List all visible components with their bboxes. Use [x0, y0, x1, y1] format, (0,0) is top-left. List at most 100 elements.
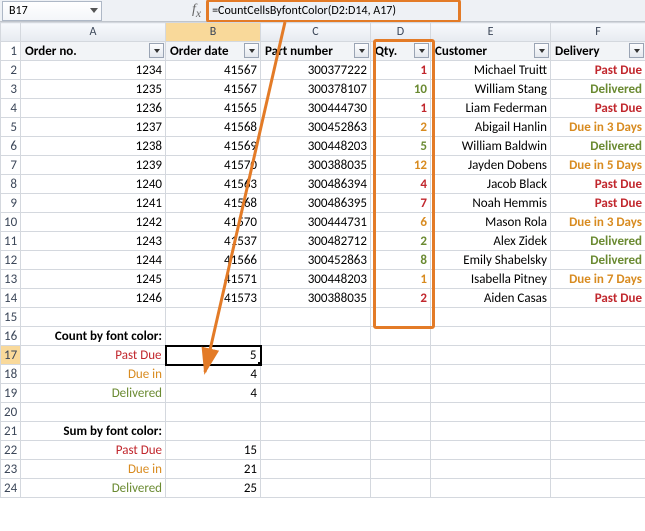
- cell-date[interactable]: 41568: [166, 194, 261, 213]
- cell-qty[interactable]: 2: [371, 289, 431, 308]
- cell-delivery[interactable]: Past Due: [551, 61, 645, 80]
- cell[interactable]: 4: [166, 365, 261, 384]
- filter-button[interactable]: [149, 43, 164, 58]
- col-header-F[interactable]: F: [551, 23, 645, 42]
- cell-date[interactable]: 41565: [166, 99, 261, 118]
- section-title[interactable]: Sum by font color:: [21, 422, 166, 441]
- cell[interactable]: 15: [166, 441, 261, 460]
- cell[interactable]: 4: [166, 384, 261, 403]
- fx-icon[interactable]: fx: [192, 2, 201, 20]
- cell[interactable]: Past Due: [21, 346, 166, 365]
- row-header[interactable]: 20: [1, 403, 21, 422]
- row-header[interactable]: 5: [1, 118, 21, 137]
- cell-part[interactable]: 300448203: [261, 137, 371, 156]
- cell-customer[interactable]: Jayden Dobens: [431, 156, 551, 175]
- cell-qty[interactable]: 1: [371, 61, 431, 80]
- cell-date[interactable]: 41567: [166, 80, 261, 99]
- row-header[interactable]: 17: [1, 346, 21, 365]
- cell-delivery[interactable]: Past Due: [551, 289, 645, 308]
- filter-button[interactable]: [244, 43, 259, 58]
- cell-qty[interactable]: 1: [371, 99, 431, 118]
- chevron-down-icon[interactable]: [90, 8, 98, 13]
- cell-order[interactable]: 1244: [21, 251, 166, 270]
- th-order-no[interactable]: Order no.: [21, 42, 166, 61]
- row-header[interactable]: 19: [1, 384, 21, 403]
- selected-cell[interactable]: 5: [166, 346, 261, 365]
- cell-qty[interactable]: 12: [371, 156, 431, 175]
- cell-order[interactable]: 1243: [21, 232, 166, 251]
- cell-delivery[interactable]: Past Due: [551, 194, 645, 213]
- cell-delivery[interactable]: Delivered: [551, 137, 645, 156]
- cell-qty[interactable]: 10: [371, 80, 431, 99]
- cell-order[interactable]: 1242: [21, 213, 166, 232]
- cell-part[interactable]: 300377222: [261, 61, 371, 80]
- cell-delivery[interactable]: Delivered: [551, 80, 645, 99]
- cell-part[interactable]: 300378107: [261, 80, 371, 99]
- cell[interactable]: Delivered: [21, 384, 166, 403]
- cell-delivery[interactable]: Delivered: [551, 232, 645, 251]
- cell-part[interactable]: 300452863: [261, 251, 371, 270]
- cell-order[interactable]: 1246: [21, 289, 166, 308]
- row-header[interactable]: 12: [1, 251, 21, 270]
- cell-order[interactable]: 1236: [21, 99, 166, 118]
- row-header[interactable]: 21: [1, 422, 21, 441]
- th-customer[interactable]: Customer: [431, 42, 551, 61]
- cell-qty[interactable]: 6: [371, 213, 431, 232]
- filter-button[interactable]: [629, 43, 644, 58]
- select-all-corner[interactable]: [1, 23, 21, 42]
- row-header[interactable]: 6: [1, 137, 21, 156]
- col-header-C[interactable]: C: [261, 23, 371, 42]
- cell-delivery[interactable]: Due in 3 Days: [551, 213, 645, 232]
- th-delivery[interactable]: Delivery: [551, 42, 645, 61]
- cell-customer[interactable]: Jacob Black: [431, 175, 551, 194]
- filter-button[interactable]: [534, 43, 549, 58]
- cell-customer[interactable]: Isabella Pitney: [431, 270, 551, 289]
- row-header[interactable]: 1: [1, 42, 21, 61]
- th-order-date[interactable]: Order date: [166, 42, 261, 61]
- cell-part[interactable]: 300444730: [261, 99, 371, 118]
- cell-qty[interactable]: 5: [371, 137, 431, 156]
- formula-bar[interactable]: =CountCellsByfontColor(D2:D14, A17): [207, 1, 643, 21]
- cell-order[interactable]: 1245: [21, 270, 166, 289]
- cell-delivery[interactable]: Due in 5 Days: [551, 156, 645, 175]
- cell-order[interactable]: 1241: [21, 194, 166, 213]
- th-part-number[interactable]: Part number: [261, 42, 371, 61]
- row-header[interactable]: 3: [1, 80, 21, 99]
- cell-date[interactable]: 41573: [166, 289, 261, 308]
- worksheet-grid[interactable]: A B C D E F 1 Order no. Order date Part …: [0, 22, 645, 498]
- cell-part[interactable]: 300486394: [261, 175, 371, 194]
- cell-customer[interactable]: Aiden Casas: [431, 289, 551, 308]
- row-header[interactable]: 13: [1, 270, 21, 289]
- col-header-E[interactable]: E: [431, 23, 551, 42]
- name-box[interactable]: B17: [2, 1, 102, 21]
- cell-date[interactable]: 41563: [166, 175, 261, 194]
- col-header-D[interactable]: D: [371, 23, 431, 42]
- row-header[interactable]: 8: [1, 175, 21, 194]
- cell-delivery[interactable]: Due in 3 Days: [551, 118, 645, 137]
- row-header[interactable]: 16: [1, 327, 21, 346]
- cell-delivery[interactable]: Delivered: [551, 251, 645, 270]
- cell-qty[interactable]: 1: [371, 270, 431, 289]
- cell-part[interactable]: 300388035: [261, 289, 371, 308]
- row-header[interactable]: 23: [1, 460, 21, 479]
- cell-date[interactable]: 41566: [166, 251, 261, 270]
- cell[interactable]: 25: [166, 479, 261, 498]
- cell-customer[interactable]: Michael Truitt: [431, 61, 551, 80]
- row-header[interactable]: 15: [1, 308, 21, 327]
- row-header[interactable]: 24: [1, 479, 21, 498]
- filter-button[interactable]: [354, 43, 369, 58]
- cell[interactable]: Delivered: [21, 479, 166, 498]
- cell-part[interactable]: 300448203: [261, 270, 371, 289]
- cell-delivery[interactable]: Past Due: [551, 175, 645, 194]
- cell-date[interactable]: 41537: [166, 232, 261, 251]
- cell-date[interactable]: 41569: [166, 137, 261, 156]
- cell-order[interactable]: 1239: [21, 156, 166, 175]
- cell-customer[interactable]: Emily Shabelsky: [431, 251, 551, 270]
- cell-date[interactable]: 41567: [166, 61, 261, 80]
- cell-customer[interactable]: Abigail Hanlin: [431, 118, 551, 137]
- cell-customer[interactable]: Noah Hemmis: [431, 194, 551, 213]
- col-header-B[interactable]: B: [166, 23, 261, 42]
- cell-qty[interactable]: 7: [371, 194, 431, 213]
- cell-part[interactable]: 300486395: [261, 194, 371, 213]
- cell-customer[interactable]: Alex Zidek: [431, 232, 551, 251]
